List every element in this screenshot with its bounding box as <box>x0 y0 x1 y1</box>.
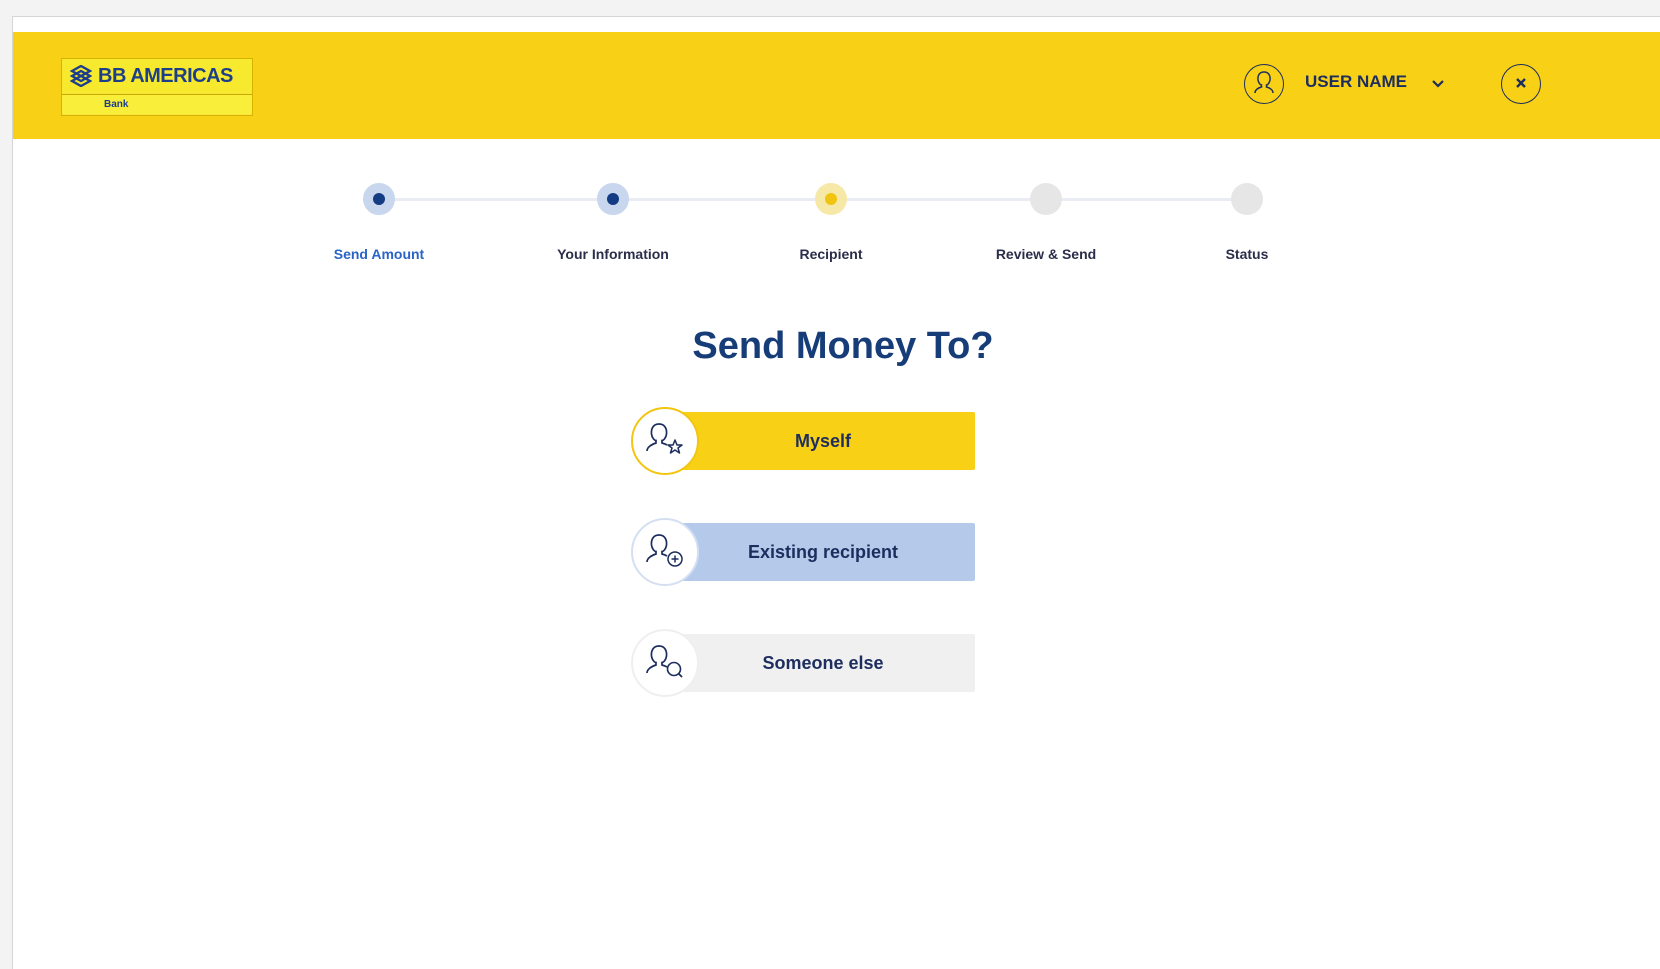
step-label-your-information: Your Information <box>557 246 669 262</box>
chevron-down-icon[interactable] <box>1431 76 1445 94</box>
user-add-icon <box>643 530 687 575</box>
option-existing-recipient-button[interactable]: Existing recipient <box>653 523 975 581</box>
user-icon <box>1252 69 1276 100</box>
step-dot-status <box>1231 183 1263 215</box>
step-label-send-amount: Send Amount <box>333 246 425 262</box>
option-someone-else-label: Someone else <box>762 652 884 673</box>
close-icon <box>1515 74 1527 94</box>
option-someone-else-icon-circle[interactable] <box>631 629 699 697</box>
header-bar: BB AMERICAS Bank USER NAME <box>13 32 1660 139</box>
step-dot-recipient <box>815 183 847 215</box>
step-label-recipient: Recipient <box>799 246 863 262</box>
logo-top: BB AMERICAS <box>62 59 252 93</box>
user-star-icon <box>643 419 687 464</box>
bank-logo[interactable]: BB AMERICAS Bank <box>61 58 253 116</box>
app-window: BB AMERICAS Bank USER NAME Send Amount Y… <box>12 16 1660 969</box>
user-search-icon <box>643 641 687 686</box>
bb-logo-icon <box>70 65 92 87</box>
option-myself-icon-circle[interactable] <box>631 407 699 475</box>
option-existing-recipient-icon-circle[interactable] <box>631 518 699 586</box>
logo-subtext: Bank <box>62 94 252 114</box>
option-existing-recipient-label: Existing recipient <box>747 541 899 562</box>
user-name[interactable]: USER NAME <box>1305 72 1407 92</box>
option-myself-label: Myself <box>794 430 852 451</box>
step-dot-your-information <box>597 183 629 215</box>
logo-text: BB AMERICAS <box>98 64 233 87</box>
close-button[interactable] <box>1501 64 1541 104</box>
step-label-status: Status <box>1225 246 1269 262</box>
step-dot-review-send <box>1030 183 1062 215</box>
user-avatar[interactable] <box>1244 64 1284 104</box>
page-title: Send Money To? <box>692 325 994 367</box>
option-someone-else-button[interactable]: Someone else <box>653 634 975 692</box>
step-label-review-send: Review & Send <box>995 246 1097 262</box>
option-myself-button[interactable]: Myself <box>653 412 975 470</box>
step-dot-send-amount <box>363 183 395 215</box>
stepper-track <box>379 198 1248 201</box>
